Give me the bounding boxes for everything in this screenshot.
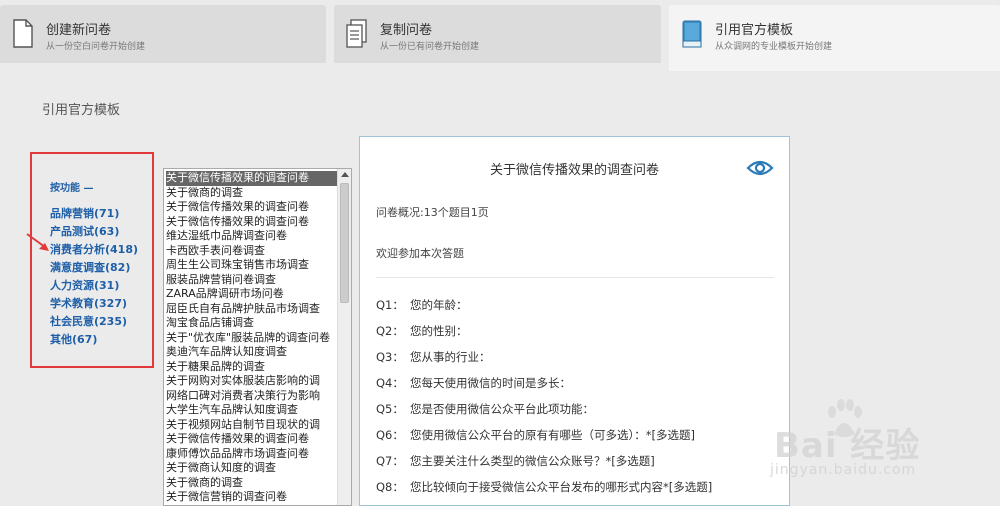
template-list-item[interactable]: 服装品牌营销问卷调查 — [166, 273, 338, 288]
template-list-item[interactable]: 关于微信传播效果的调查问卷 — [166, 171, 338, 186]
tab-copy[interactable]: 复制问卷 从一份已有问卷开始创建 — [334, 5, 661, 63]
template-listbox[interactable]: 关于微信传播效果的调查问卷 关于微商的调查 关于微信传播效果的调查问卷 关于微信传播效… — [163, 168, 352, 506]
category-item-product-testing[interactable]: 产品测试(63) — [50, 223, 138, 241]
question-number: Q6： — [376, 428, 404, 442]
question-number: Q4： — [376, 376, 404, 390]
question-item: Q1： 您的年龄： — [376, 295, 712, 321]
scroll-up-arrow-icon[interactable] — [341, 172, 349, 177]
template-list-item[interactable]: 关于视频网站自制节目现状的调 — [166, 418, 338, 433]
listbox-scrollbar[interactable] — [337, 169, 351, 505]
template-list-item[interactable]: 关于微商的调查 — [166, 476, 338, 491]
watermark-url: jingyan.baidu.com — [770, 462, 917, 478]
question-number: Q3： — [376, 350, 404, 364]
question-item: Q7： 您主要关注什么类型的微信公众账号？*[多选题] — [376, 451, 712, 477]
template-list-item[interactable]: 关于微信传播效果的调查问卷 — [166, 432, 338, 447]
preview-summary: 问卷概况:13个题目1页 — [376, 206, 489, 219]
question-text: 您比较倾向于接受微信公众平台发布的哪形式内容*[多选题] — [410, 480, 713, 494]
template-preview-panel: 关于微信传播效果的调查问卷 问卷概况:13个题目1页 欢迎参加本次答题 Q1： 您… — [359, 136, 790, 506]
tab-title: 创建新问卷 — [46, 23, 112, 38]
template-list-item[interactable]: ZARA品牌调研市场问卷 — [166, 287, 338, 302]
question-number: Q8： — [376, 480, 404, 494]
preview-welcome: 欢迎参加本次答题 — [376, 247, 464, 260]
question-text: 您每天使用微信的时间是多长： — [410, 376, 571, 390]
template-list-item[interactable]: 关于糖果品牌的调查 — [166, 360, 338, 375]
category-item-satisfaction[interactable]: 满意度调查(82) — [50, 259, 138, 277]
question-item: Q3： 您从事的行业： — [376, 347, 712, 373]
question-list: Q1： 您的年龄： Q2： 您的性别： Q3： 您从事的行业： Q4： 您每天使用微信的时间是… — [376, 295, 712, 503]
question-number: Q1： — [376, 298, 404, 312]
tab-create-new[interactable]: 创建新问卷 从一份空白问卷开始创建 — [0, 5, 326, 63]
category-item-hr[interactable]: 人力资源(31) — [50, 277, 138, 295]
question-text: 您从事的行业： — [410, 350, 491, 364]
template-list-item[interactable]: 关于微商认知度的调查 — [166, 461, 338, 476]
baidu-paw-logo — [828, 399, 862, 437]
red-arrow-icon — [26, 233, 49, 251]
template-list-item[interactable]: 大学生汽车品牌认知度调查 — [166, 403, 338, 418]
question-number: Q5： — [376, 402, 404, 416]
category-filter-panel: 按功能 — 品牌营销(71) 产品测试(63) 消费者分析(418) 满意度调查… — [30, 152, 154, 368]
top-tab-bar: 创建新问卷 从一份空白问卷开始创建 复制问卷 从一份已有问卷开始创建 引用官方模… — [0, 0, 1000, 71]
tab-subtitle: 从一份空白问卷开始创建 — [46, 42, 146, 52]
category-item-brand-marketing[interactable]: 品牌营销(71) — [50, 205, 138, 223]
scroll-thumb[interactable] — [340, 183, 349, 303]
question-number: Q7： — [376, 454, 404, 468]
watermark-brand: Bai 经验 — [774, 426, 921, 466]
template-list: 关于微信传播效果的调查问卷 关于微商的调查 关于微信传播效果的调查问卷 关于微信传播效… — [166, 171, 338, 505]
tab-official-template[interactable]: 引用官方模板 从众调网的专业模板开始创建 — [669, 5, 1000, 71]
template-list-item[interactable]: 关于网购对实体服装店影响的调 — [166, 374, 338, 389]
template-list-item[interactable]: 屈臣氏自有品牌护肤品市场调查 — [166, 302, 338, 317]
question-text: 您主要关注什么类型的微信公众账号？*[多选题] — [410, 454, 655, 468]
category-item-consumer-analysis[interactable]: 消费者分析(418) — [50, 241, 138, 259]
preview-title: 关于微信传播效果的调查问卷 — [489, 163, 659, 178]
category-item-public-opinion[interactable]: 社会民意(235) — [50, 313, 138, 331]
category-list: 品牌营销(71) 产品测试(63) 消费者分析(418) 满意度调查(82) 人… — [50, 205, 138, 349]
question-number: Q2： — [376, 324, 404, 338]
question-item: Q8： 您比较倾向于接受微信公众平台发布的哪形式内容*[多选题] — [376, 477, 712, 503]
category-header-toggle[interactable]: 按功能 — — [50, 179, 93, 194]
question-text: 您是否使用微信公众平台此项功能： — [410, 402, 594, 416]
template-list-item[interactable]: 关于微商的调查 — [166, 186, 338, 201]
template-list-item[interactable]: 奥迪汽车品牌认知度调查 — [166, 345, 338, 360]
question-item: Q2： 您的性别： — [376, 321, 712, 347]
copy-document-icon — [346, 19, 367, 48]
template-list-item[interactable]: 关于"优衣库"服装品牌的调查问卷 — [166, 331, 338, 346]
template-list-item[interactable]: 淘宝食品店铺调查 — [166, 316, 338, 331]
template-list-item[interactable]: 康师傅饮品品牌市场调查问卷 — [166, 447, 338, 462]
tab-title: 引用官方模板 — [715, 23, 794, 38]
baidu-watermark: Bai 经验 jingyan.baidu.com — [760, 398, 1000, 498]
template-list-item[interactable]: 关于微信传播效果的调查问卷 — [166, 200, 338, 215]
template-book-icon — [682, 20, 702, 48]
question-text: 您的性别： — [410, 324, 468, 338]
template-list-item[interactable]: 网络口碑对消费者决策行为影响 — [166, 389, 338, 404]
preview-divider — [376, 277, 774, 278]
template-list-item[interactable]: 维达湿纸巾品牌调查问卷 — [166, 229, 338, 244]
question-item: Q5： 您是否使用微信公众平台此项功能： — [376, 399, 712, 425]
template-list-item[interactable]: 关于微信传播效果的调查问卷 — [166, 215, 338, 230]
question-text: 您的年龄： — [410, 298, 468, 312]
category-item-education[interactable]: 学术教育(327) — [50, 295, 138, 313]
tab-subtitle: 从众调网的专业模板开始创建 — [715, 42, 833, 52]
tab-title: 复制问卷 — [380, 23, 433, 38]
category-item-other[interactable]: 其他(67) — [50, 331, 138, 349]
template-list-item[interactable]: 卡西欧手表问卷调查 — [166, 244, 338, 259]
eye-preview-icon[interactable] — [746, 159, 774, 177]
tab-subtitle: 从一份已有问卷开始创建 — [380, 42, 480, 52]
template-list-item[interactable]: 关于微信营销的调查问卷 — [166, 490, 338, 505]
blank-document-icon — [13, 19, 33, 48]
question-text: 您使用微信公众平台的原有有哪些（可多选）：*[多选题] — [410, 428, 695, 442]
template-list-item[interactable]: 周生生公司珠宝销售市场调查 — [166, 258, 338, 273]
question-item: Q6： 您使用微信公众平台的原有有哪些（可多选）：*[多选题] — [376, 425, 712, 451]
question-item: Q4： 您每天使用微信的时间是多长： — [376, 373, 712, 399]
section-title: 引用官方模板 — [42, 103, 121, 118]
